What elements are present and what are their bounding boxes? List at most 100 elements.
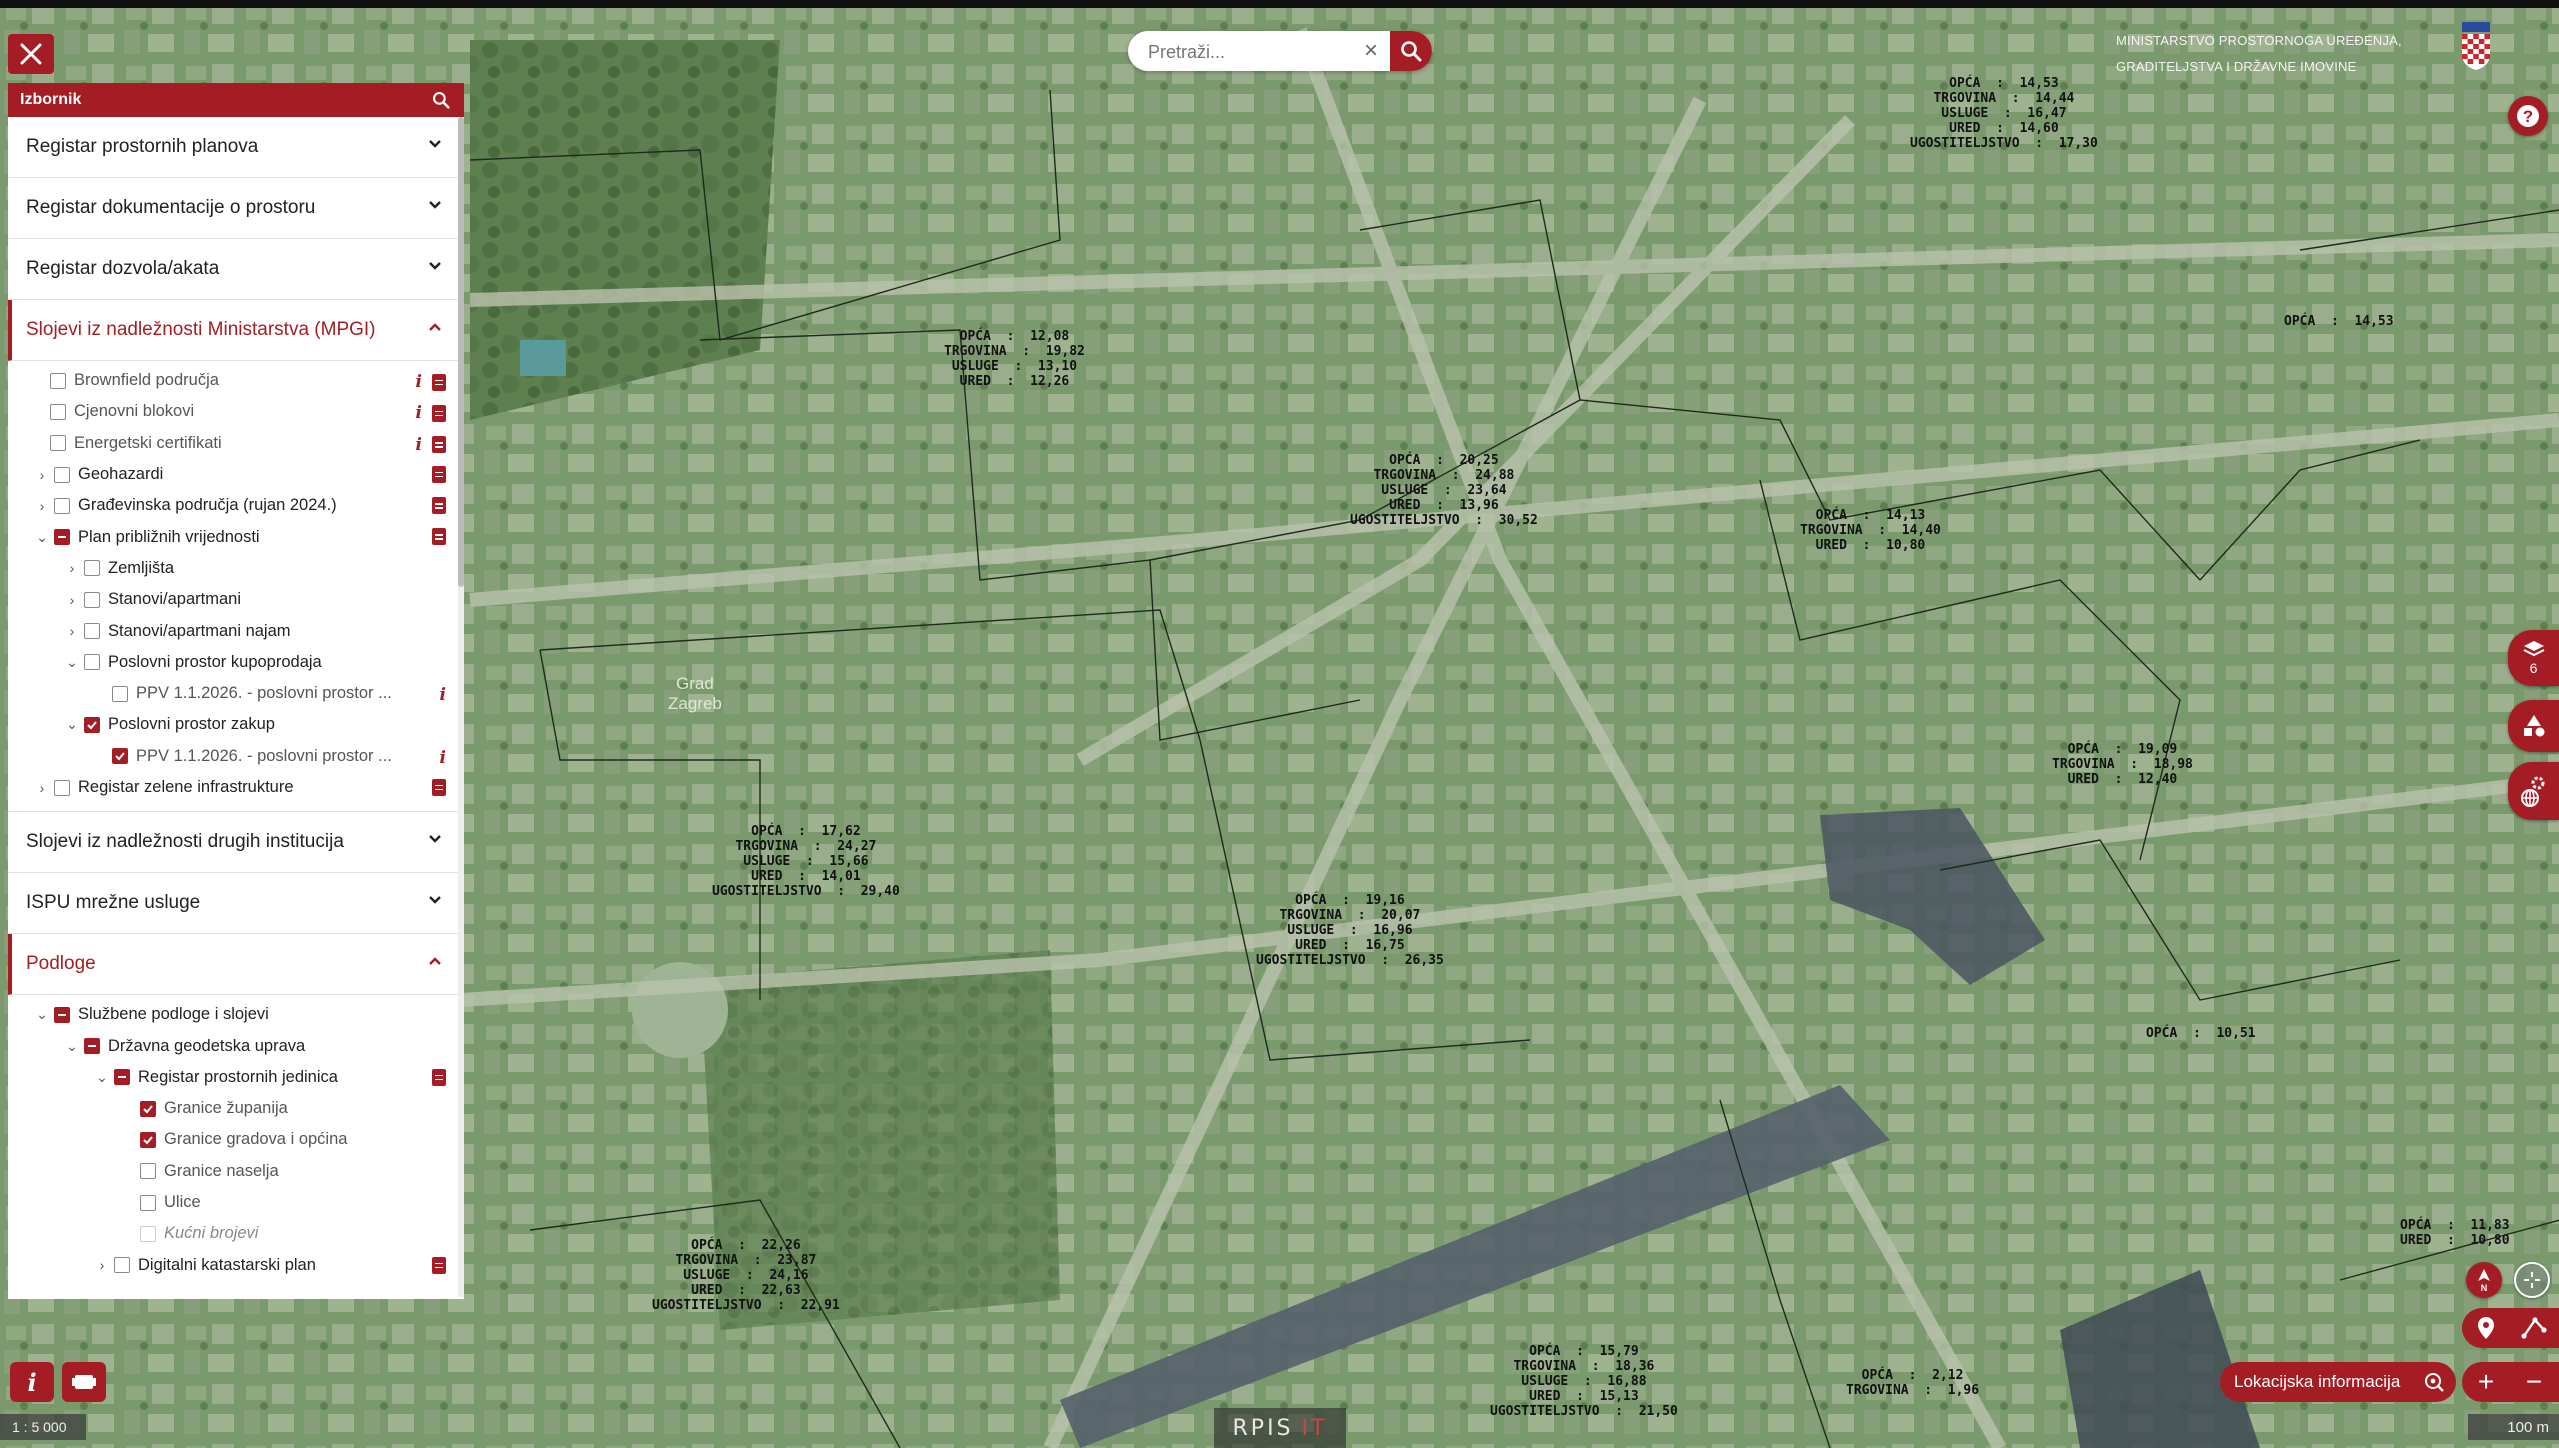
layer-dgu[interactable]: ⌄ Državna geodetska uprava <box>8 1030 464 1061</box>
section-registar-planova[interactable]: Registar prostornih planova <box>8 117 464 178</box>
fullscreen-button[interactable] <box>2514 1262 2550 1298</box>
document-icon[interactable] <box>432 465 446 483</box>
document-icon[interactable] <box>432 1068 446 1086</box>
layer-zelena-infrastruktura[interactable]: › Registar zelene infrastrukture <box>8 772 464 803</box>
chevron-down-icon[interactable]: ⌄ <box>64 716 80 733</box>
info-icon[interactable]: i <box>440 748 446 768</box>
checkbox[interactable] <box>140 1194 156 1211</box>
checkbox[interactable] <box>114 1069 130 1086</box>
layer-zemljista[interactable]: › Zemljišta <box>8 553 464 584</box>
layer-energetski-certifikati[interactable]: Energetski certifikati i <box>8 428 464 459</box>
section-slojevi-mpgi[interactable]: Slojevi iz nadležnosti Ministarstva (MPG… <box>8 300 464 361</box>
section-registar-dozvola[interactable]: Registar dozvola/akata <box>8 239 464 300</box>
layer-stanovi-najam[interactable]: › Stanovi/apartmani najam <box>8 615 464 646</box>
north-arrow-button[interactable]: N <box>2466 1262 2502 1298</box>
chevron-right-icon[interactable]: › <box>64 592 80 608</box>
settings-button[interactable] <box>2508 762 2559 820</box>
checkbox[interactable] <box>140 1100 156 1117</box>
scrollbar-thumb[interactable] <box>458 117 464 587</box>
chevron-right-icon[interactable]: › <box>34 780 50 796</box>
clear-icon[interactable]: × <box>1364 37 1378 65</box>
close-menu-button[interactable] <box>8 34 54 74</box>
checkbox[interactable] <box>54 1006 70 1023</box>
section-registar-dokumentacije[interactable]: Registar dokumentacije o prostoru <box>8 178 464 239</box>
layer-brownfield[interactable]: Brownfield područja i <box>8 365 464 396</box>
search-icon[interactable] <box>432 91 450 109</box>
info-icon[interactable]: i <box>440 685 446 705</box>
sidebar-scrollbar[interactable] <box>458 117 464 1297</box>
checkbox[interactable] <box>84 623 100 640</box>
checkbox[interactable] <box>84 654 100 671</box>
info-button[interactable]: i <box>10 1362 54 1402</box>
checkbox[interactable] <box>112 748 128 765</box>
layer-stanovi[interactable]: › Stanovi/apartmani <box>8 584 464 615</box>
chevron-down-icon[interactable]: ⌄ <box>34 529 50 546</box>
help-button[interactable]: ? <box>2508 96 2548 136</box>
chevron-down-icon[interactable]: ⌄ <box>94 1069 110 1086</box>
info-icon[interactable]: i <box>416 435 422 455</box>
location-pin-button[interactable] <box>2462 1316 2510 1340</box>
layer-poslovni-zakup[interactable]: ⌄ Poslovni prostor zakup <box>8 709 464 740</box>
checkbox[interactable] <box>84 1038 100 1055</box>
chevron-right-icon[interactable]: › <box>34 498 50 514</box>
layer-granice-gradova[interactable]: Granice gradova i općina <box>8 1124 464 1155</box>
document-icon[interactable] <box>432 373 446 391</box>
layer-geohazardi[interactable]: › Geohazardi <box>8 459 464 490</box>
section-slojevi-drugih[interactable]: Slojevi iz nadležnosti drugih institucij… <box>8 811 464 874</box>
checkbox[interactable] <box>84 591 100 608</box>
layer-ulice[interactable]: Ulice <box>8 1187 464 1218</box>
section-podloge[interactable]: Podloge <box>8 934 464 996</box>
layer-gradjevinska-podrucja[interactable]: › Građevinska područja (rujan 2024.) <box>8 490 464 521</box>
checkbox[interactable] <box>84 716 100 733</box>
layer-kucni-brojevi[interactable]: Kućni brojevi <box>8 1218 464 1249</box>
checkbox[interactable] <box>54 779 70 796</box>
chevron-right-icon[interactable]: › <box>34 467 50 483</box>
chevron-down-icon[interactable]: ⌄ <box>34 1006 50 1023</box>
chevron-down-icon[interactable]: ⌄ <box>64 1038 80 1055</box>
checkbox[interactable] <box>54 529 70 546</box>
layer-granice-naselja[interactable]: Granice naselja <box>8 1156 464 1187</box>
location-info-button[interactable]: Lokacijska informacija <box>2220 1362 2456 1402</box>
checkbox[interactable] <box>140 1163 156 1180</box>
layer-ppv-zakup[interactable]: PPV 1.1.2026. - poslovni prostor ... i <box>8 741 464 772</box>
document-icon[interactable] <box>432 1256 446 1274</box>
info-icon[interactable]: i <box>416 403 422 423</box>
tour-button[interactable] <box>62 1362 106 1402</box>
checkbox[interactable] <box>54 497 70 514</box>
document-icon[interactable] <box>432 404 446 422</box>
search-input[interactable] <box>1146 40 1370 64</box>
document-icon[interactable] <box>432 778 446 796</box>
checkbox[interactable] <box>140 1131 156 1148</box>
layer-poslovni-kupoprodaja[interactable]: ⌄ Poslovni prostor kupoprodaja <box>8 647 464 678</box>
search-button[interactable] <box>1390 31 1432 71</box>
layer-sluzbene-podloge[interactable]: ⌄ Službene podloge i slojevi <box>8 999 464 1030</box>
zoom-in-button[interactable]: + <box>2462 1362 2510 1402</box>
checkbox[interactable] <box>112 685 128 702</box>
checkbox[interactable] <box>50 372 66 389</box>
tools-button[interactable] <box>2508 700 2559 752</box>
checkbox[interactable] <box>50 435 66 452</box>
chevron-right-icon[interactable]: › <box>64 560 80 576</box>
checkbox[interactable] <box>50 403 66 420</box>
section-ispu[interactable]: ISPU mrežne usluge <box>8 873 464 935</box>
info-icon[interactable]: i <box>416 372 422 392</box>
chevron-right-icon[interactable]: › <box>94 1257 110 1273</box>
measure-button[interactable] <box>2510 1316 2558 1340</box>
chevron-down-icon[interactable]: ⌄ <box>64 654 80 671</box>
document-icon[interactable] <box>432 528 446 546</box>
layer-granice-zupanija[interactable]: Granice županija <box>8 1093 464 1124</box>
layer-cjenovni-blokovi[interactable]: Cjenovni blokovi i <box>8 396 464 427</box>
layer-plan-priblizni[interactable]: ⌄ Plan približnih vrijednosti <box>8 521 464 552</box>
document-icon[interactable] <box>432 497 446 515</box>
document-icon[interactable] <box>432 436 446 454</box>
layer-rpj[interactable]: ⌄ Registar prostornih jedinica <box>8 1062 464 1093</box>
layer-katastarski-plan[interactable]: › Digitalni katastarski plan <box>8 1250 464 1281</box>
layer-ppv-kupoprodaja[interactable]: PPV 1.1.2026. - poslovni prostor ... i <box>8 678 464 709</box>
zoom-out-button[interactable]: − <box>2510 1362 2558 1402</box>
chevron-right-icon[interactable]: › <box>64 623 80 639</box>
checkbox[interactable] <box>114 1257 130 1274</box>
checkbox[interactable] <box>84 560 100 577</box>
price-label: OPĆA : 10,51 <box>2146 1026 2256 1041</box>
checkbox[interactable] <box>54 466 70 483</box>
layers-button[interactable]: 6 <box>2508 630 2559 686</box>
